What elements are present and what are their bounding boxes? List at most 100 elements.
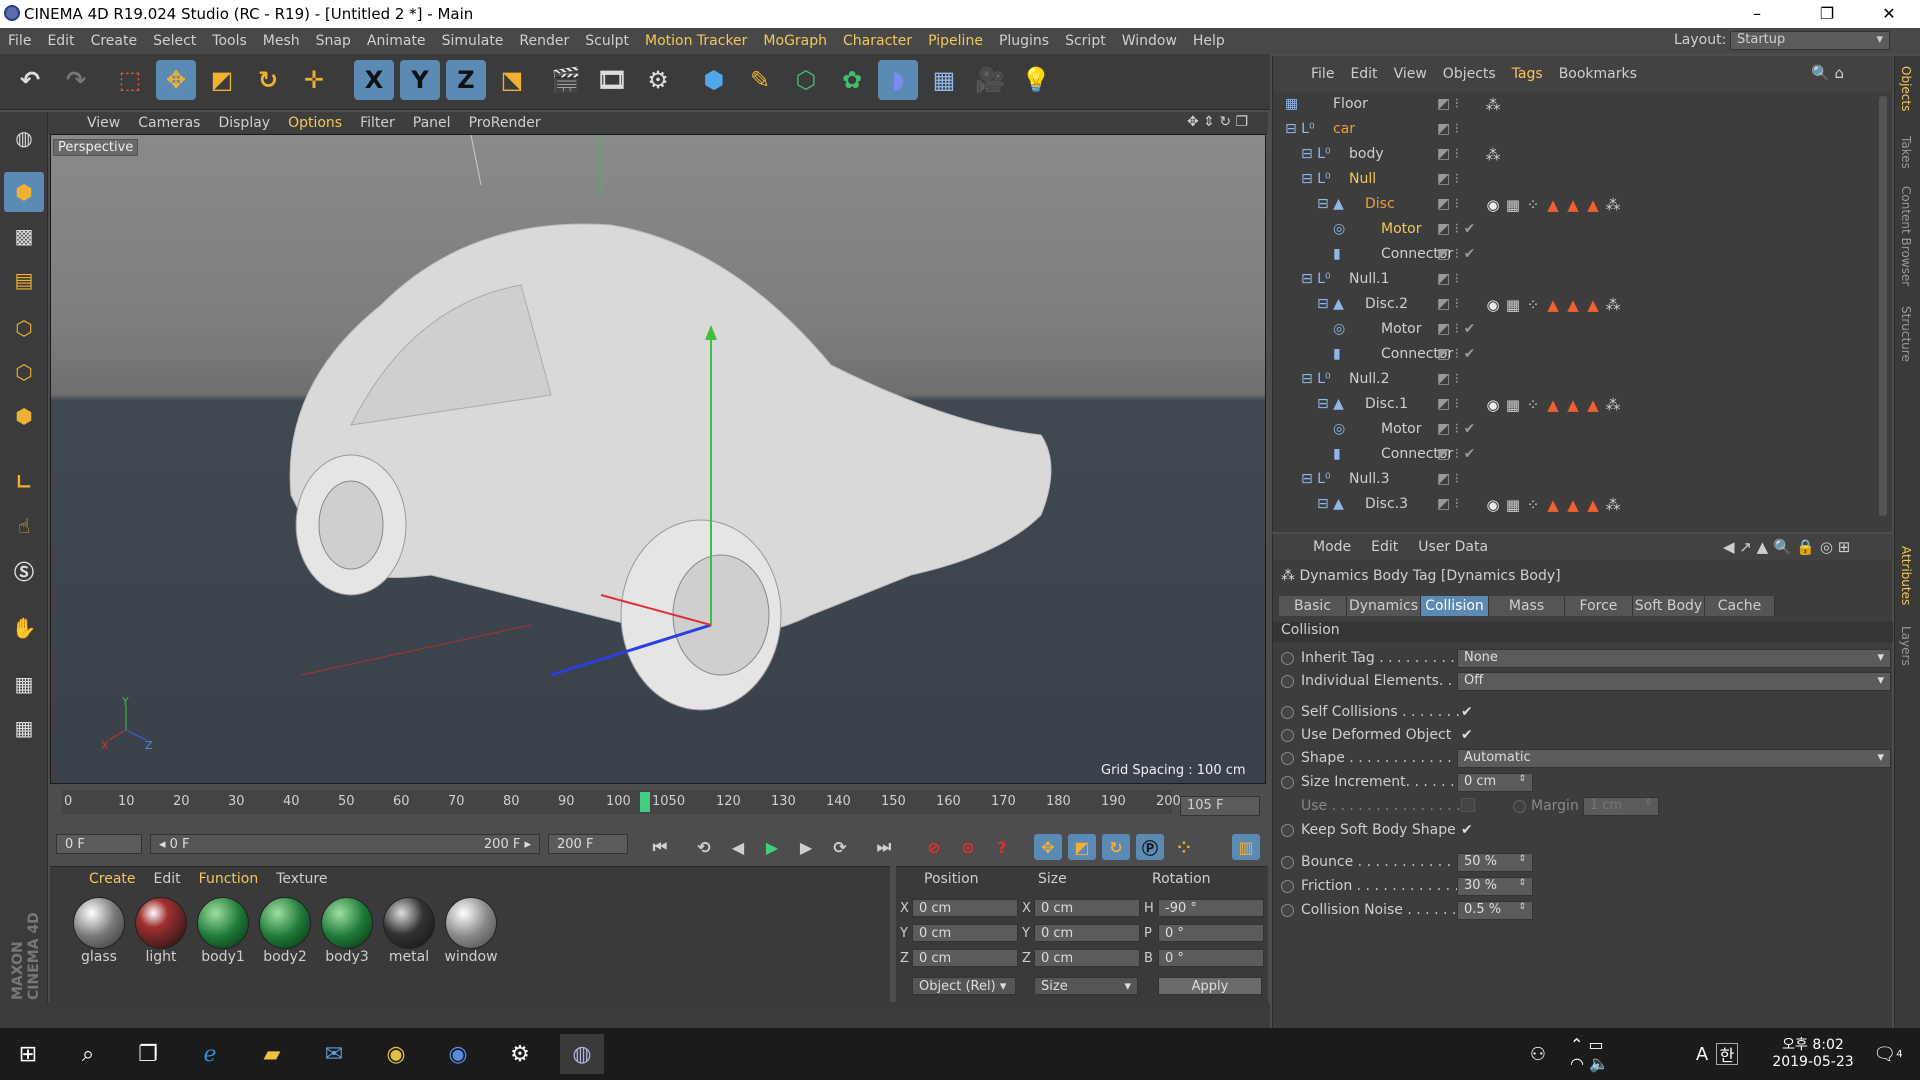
visibility-toggle-icon[interactable]: ◩ ⁝ xyxy=(1437,471,1459,487)
animate-dot-icon[interactable] xyxy=(1281,752,1294,765)
object-tag-icon[interactable]: ▲ xyxy=(1563,395,1583,415)
obj-menu-edit[interactable]: Edit xyxy=(1342,66,1385,82)
previous-frame-icon[interactable]: ◀ xyxy=(724,834,752,860)
vp-menu-filter[interactable]: Filter xyxy=(351,115,404,131)
individual-elements-dropdown[interactable]: Off ▾ xyxy=(1457,672,1891,691)
object-tag-icon[interactable]: ◉ xyxy=(1483,495,1503,515)
texture-mode-icon[interactable]: ▩ xyxy=(4,216,44,256)
tab-mass[interactable]: Mass xyxy=(1489,596,1565,616)
floor-scene-icon[interactable]: ▦ xyxy=(924,60,964,100)
model-mode-icon[interactable]: ⬢ xyxy=(4,172,44,212)
size-mode-dropdown[interactable]: Size ▾ xyxy=(1034,977,1138,995)
animate-dot-icon[interactable] xyxy=(1281,675,1294,688)
margin-field[interactable]: 1 cm ⇕ xyxy=(1583,797,1659,816)
obj-menu-bookmarks[interactable]: Bookmarks xyxy=(1551,66,1645,82)
object-tag-icon[interactable]: ▲ xyxy=(1543,195,1563,215)
menu-create[interactable]: Create xyxy=(83,33,146,49)
menu-render[interactable]: Render xyxy=(511,33,577,49)
attr-menu-mode[interactable]: Mode xyxy=(1303,539,1361,555)
object-tag-icon[interactable]: ⁂ xyxy=(1483,145,1503,165)
record-scale-icon[interactable]: ◩ xyxy=(1068,834,1096,860)
object-row[interactable]: ▮ Connector ◩ ⁝ ✔ xyxy=(1273,342,1873,367)
animate-dot-icon[interactable] xyxy=(1281,706,1294,719)
menu-mesh[interactable]: Mesh xyxy=(255,33,308,49)
object-tag-icon[interactable]: ▦ xyxy=(1503,195,1523,215)
object-tree[interactable]: ▦ Floor ◩ ⁝ ⁂ ⊟ L⁰ car ◩ ⁝ ⊟ L⁰ body ◩ ⁝ ⁂ ⊟ L⁰ Null… xyxy=(1273,92,1873,528)
timeline-end-field[interactable]: 105 F xyxy=(1180,796,1260,816)
side-tab-attributes[interactable]: Attributes xyxy=(1899,546,1913,605)
visibility-toggle-icon[interactable]: ◩ ⁝ xyxy=(1437,171,1459,187)
internet-explorer-icon[interactable]: ℯ xyxy=(188,1034,232,1074)
object-tag-icon[interactable]: ⁘ xyxy=(1523,195,1543,215)
visibility-toggle-icon[interactable]: ◩ ⁝ xyxy=(1437,396,1459,412)
object-tag-icon[interactable]: ◉ xyxy=(1483,195,1503,215)
lock-workplane-icon[interactable]: ✋ xyxy=(4,608,44,648)
visibility-toggle-icon[interactable]: ◩ ⁝ ✔ xyxy=(1437,446,1475,462)
material-window[interactable]: window xyxy=(444,897,498,965)
edges-mode-icon[interactable]: ⬡ xyxy=(4,352,44,392)
menu-window[interactable]: Window xyxy=(1114,33,1185,49)
render-view-icon[interactable]: 🎬 xyxy=(546,60,586,100)
material-glass[interactable]: glass xyxy=(72,897,126,965)
vp-menu-options[interactable]: Options xyxy=(279,115,351,131)
workplane-mode-icon[interactable]: ▤ xyxy=(4,260,44,300)
attr-nav-icons[interactable]: ◀ ↗ ▲ 🔍 🔒 ◎ ⊞ xyxy=(1713,538,1860,556)
side-tab-content-browser[interactable]: Content Browser xyxy=(1899,186,1913,286)
visibility-toggle-icon[interactable]: ◩ ⁝ ✔ xyxy=(1437,321,1475,337)
shape-dropdown[interactable]: Automatic ▾ xyxy=(1457,749,1891,768)
object-row[interactable]: ⊟ L⁰ car ◩ ⁝ xyxy=(1273,117,1873,142)
make-editable-icon[interactable]: ◍ xyxy=(4,118,44,158)
size-increment-field[interactable]: 0 cm ⇕ xyxy=(1457,773,1533,792)
light-icon[interactable]: 💡 xyxy=(1016,60,1056,100)
coord-mode-dropdown[interactable]: Object (Rel) ▾ xyxy=(912,977,1016,995)
object-tag-icon[interactable]: ⁘ xyxy=(1523,295,1543,315)
object-row[interactable]: ⊟ L⁰ Null ◩ ⁝ xyxy=(1273,167,1873,192)
position-z-field[interactable]: 0 cm xyxy=(912,949,1018,967)
menu-select[interactable]: Select xyxy=(145,33,204,49)
tab-collision[interactable]: Collision xyxy=(1421,596,1489,616)
visibility-toggle-icon[interactable]: ◩ ⁝ xyxy=(1437,146,1459,162)
size-z-field[interactable]: 0 cm xyxy=(1034,949,1140,967)
mat-menu-edit[interactable]: Edit xyxy=(145,871,190,887)
object-row[interactable]: ◎ Motor ◩ ⁝ ✔ xyxy=(1273,417,1873,442)
vp-menu-cameras[interactable]: Cameras xyxy=(129,115,209,131)
tab-force[interactable]: Force xyxy=(1565,596,1633,616)
render-settings-icon[interactable]: ⚙ xyxy=(638,60,678,100)
timeline-window-icon[interactable]: ▥ xyxy=(1232,834,1260,860)
object-row[interactable]: ⊟ ▲ Disc.3 ◩ ⁝ ◉ ▦ ⁘ ▲ ▲ ▲ ⁂ xyxy=(1273,492,1873,517)
size-x-field[interactable]: 0 cm xyxy=(1034,899,1140,917)
menu-edit[interactable]: Edit xyxy=(39,33,82,49)
spline-pen-icon[interactable]: ✎ xyxy=(740,60,780,100)
tab-cache[interactable]: Cache xyxy=(1705,596,1775,616)
object-tag-icon[interactable]: ▲ xyxy=(1543,295,1563,315)
deformer-bend-icon[interactable]: ◗ xyxy=(878,60,918,100)
object-tag-icon[interactable]: ◉ xyxy=(1483,295,1503,315)
move-tool-icon[interactable]: ✥ xyxy=(156,60,196,100)
friction-field[interactable]: 30 % ⇕ xyxy=(1457,877,1533,896)
task-view-icon[interactable]: ❐ xyxy=(126,1034,170,1074)
obj-menu-view[interactable]: View xyxy=(1386,66,1435,82)
object-tag-icon[interactable]: ⁘ xyxy=(1523,395,1543,415)
visibility-toggle-icon[interactable]: ◩ ⁝ xyxy=(1437,496,1459,512)
object-row[interactable]: ⊟ L⁰ Null.2 ◩ ⁝ xyxy=(1273,367,1873,392)
minimize-button[interactable]: – xyxy=(1734,0,1780,28)
windows-start-icon[interactable]: ⊞ xyxy=(6,1034,50,1074)
camera-icon[interactable]: 🎥 xyxy=(970,60,1010,100)
record-rotation-icon[interactable]: ↻ xyxy=(1102,834,1130,860)
go-to-start-icon[interactable]: ⏮ xyxy=(646,834,674,860)
object-row[interactable]: ◎ Motor ◩ ⁝ ✔ xyxy=(1273,317,1873,342)
max-frame-field[interactable]: 200 F xyxy=(548,834,628,854)
animate-dot-icon[interactable] xyxy=(1281,904,1294,917)
menu-tools[interactable]: Tools xyxy=(204,33,255,49)
animate-dot-icon[interactable] xyxy=(1281,776,1294,789)
notification-icon[interactable]: 🗨 4 xyxy=(1866,1034,1910,1074)
snapping-icon[interactable]: Ⓢ xyxy=(4,550,44,590)
attr-menu-userdata[interactable]: User Data xyxy=(1408,539,1498,555)
subdivision-surface-icon[interactable]: ⬡ xyxy=(786,60,826,100)
size-y-field[interactable]: 0 cm xyxy=(1034,924,1140,942)
visibility-toggle-icon[interactable]: ◩ ⁝ xyxy=(1437,371,1459,387)
tab-dynamics[interactable]: Dynamics xyxy=(1347,596,1421,616)
object-tag-icon[interactable]: ◉ xyxy=(1483,395,1503,415)
search-icon[interactable]: ⌕ xyxy=(66,1034,110,1074)
animate-dot-icon[interactable] xyxy=(1513,800,1526,813)
